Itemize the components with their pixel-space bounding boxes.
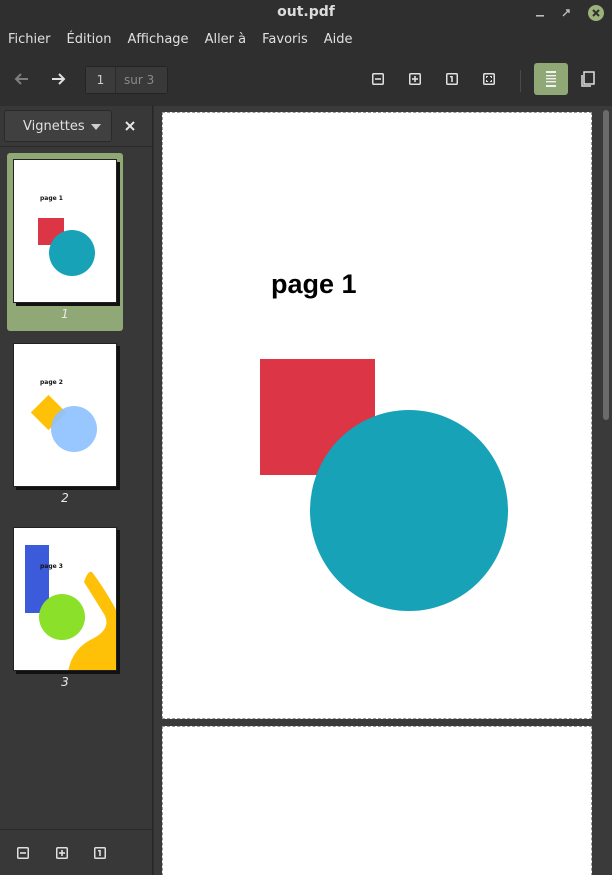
menu-affichage[interactable]: Affichage <box>119 28 196 54</box>
thumbnail-text: page 1 <box>40 195 63 202</box>
menu-aller-a[interactable]: Aller à <box>197 28 255 54</box>
page-count-label: sur 3 <box>124 73 155 87</box>
thumbnail-preview: page 1 <box>13 159 117 303</box>
arrow-left-icon <box>14 73 28 85</box>
window-title: out.pdf <box>277 4 335 20</box>
zoom-in-icon <box>56 847 68 859</box>
thumbnail-page-3[interactable]: page 3 3 <box>7 521 123 699</box>
thumbnail-preview: page 3 <box>13 527 117 671</box>
thumbnail-preview: page 2 <box>13 343 117 487</box>
menu-favoris[interactable]: Favoris <box>254 28 316 54</box>
current-page-input[interactable]: 1 <box>86 67 116 93</box>
thumbnail-text: page 2 <box>40 379 63 386</box>
zoom-in-button[interactable] <box>399 64 431 94</box>
thumbnail-page-1[interactable]: page 1 1 <box>7 153 123 331</box>
document-page-2 <box>162 726 592 875</box>
page-heading: page 1 <box>271 269 357 299</box>
menu-edition[interactable]: Édition <box>59 28 120 54</box>
close-sidebar-button[interactable] <box>120 116 140 136</box>
document-view[interactable]: page 1 <box>154 106 612 875</box>
restore-icon <box>562 9 570 17</box>
chevron-down-icon <box>91 124 101 130</box>
sidebar-divider <box>0 146 152 147</box>
zoom-out-button[interactable] <box>362 64 394 94</box>
dual-page-button[interactable] <box>572 64 604 94</box>
toolbar-separator <box>520 70 521 92</box>
lightblue-circle-shape <box>51 406 97 452</box>
arrow-right-icon <box>52 73 66 85</box>
maximize-button[interactable] <box>556 3 576 23</box>
fit-page-button[interactable] <box>473 64 505 94</box>
title-bar: out.pdf <box>0 0 612 26</box>
thumbnail-text: page 3 <box>40 563 63 570</box>
previous-page-button[interactable] <box>6 64 38 94</box>
thumbnail-label: 2 <box>61 491 69 505</box>
zoom-out-icon <box>17 847 29 859</box>
minimize-icon <box>536 15 544 17</box>
close-window-button[interactable] <box>588 5 604 21</box>
continuous-view-button[interactable] <box>534 63 568 95</box>
sidebar-bottom-bar <box>0 829 152 875</box>
vertical-scrollbar[interactable] <box>603 110 609 420</box>
sidebar-mode-dropdown[interactable]: Vignettes <box>4 110 112 142</box>
teal-circle-shape <box>310 410 508 611</box>
thumbnail-zoom-out-button[interactable] <box>14 844 32 862</box>
dual-page-icon <box>581 71 595 87</box>
toolbar: 1 sur 3 <box>0 56 612 104</box>
close-icon <box>125 121 135 131</box>
green-circle-shape <box>39 594 85 640</box>
fit-page-icon <box>483 73 495 85</box>
menu-bar: Fichier Édition Affichage Aller à Favori… <box>0 28 612 54</box>
next-page-button[interactable] <box>42 64 74 94</box>
document-page-1: page 1 <box>162 112 592 719</box>
close-icon <box>592 9 600 17</box>
zoom-out-icon <box>372 73 384 85</box>
menu-fichier[interactable]: Fichier <box>0 28 59 54</box>
thumbnail-page-2[interactable]: page 2 2 <box>7 337 123 515</box>
zoom-in-icon <box>409 73 421 85</box>
sidebar-mode-label: Vignettes <box>23 118 85 134</box>
sidebar: Vignettes page 1 1 page 2 2 page 3 3 <box>0 106 153 875</box>
minimize-button[interactable] <box>530 3 550 23</box>
teal-circle-shape <box>49 230 95 276</box>
thumbnail-label: 3 <box>61 675 69 689</box>
original-size-button[interactable] <box>436 64 468 94</box>
original-size-icon <box>94 847 106 859</box>
menu-aide[interactable]: Aide <box>316 28 361 54</box>
original-size-icon <box>446 73 458 85</box>
thumbnail-label: 1 <box>61 307 69 321</box>
continuous-view-icon <box>546 71 556 87</box>
page-selector: 1 sur 3 <box>85 66 168 94</box>
thumbnail-zoom-in-button[interactable] <box>53 844 71 862</box>
thumbnail-original-size-button[interactable] <box>91 844 109 862</box>
